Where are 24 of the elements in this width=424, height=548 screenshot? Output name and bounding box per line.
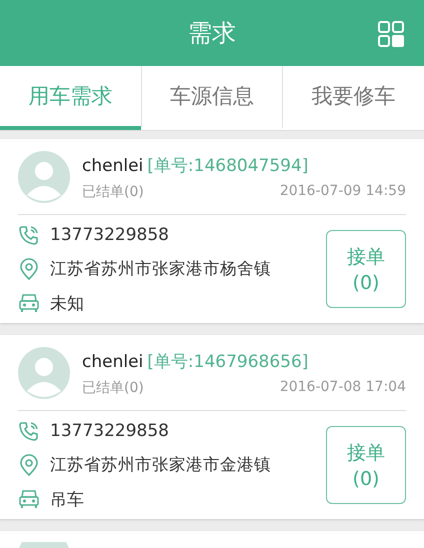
vehicle-type: 未知 [50, 292, 84, 314]
phone-number: 13773229858 [50, 421, 169, 441]
phone-icon [18, 224, 40, 246]
order-number: [单号:1468047594] [147, 156, 308, 176]
address-text: 江苏省苏州市张家港市金港镇 [50, 454, 271, 476]
order-time: 2016-07-08 17:04 [280, 378, 406, 396]
page-title: 需求 [188, 18, 236, 49]
accept-order-button[interactable]: 接单 (0) [326, 426, 406, 504]
phone-number: 13773229858 [50, 225, 169, 245]
car-icon [18, 292, 40, 314]
completed-count: 已结单(0) [82, 378, 144, 396]
location-pin-icon [18, 258, 40, 280]
user-name: chenlei [82, 156, 144, 176]
phone-icon [18, 420, 40, 442]
completed-count: 已结单(0) [82, 182, 144, 200]
vehicle-type: 吊车 [50, 488, 84, 510]
accept-order-button[interactable]: 接单 (0) [326, 230, 406, 308]
grid-menu-icon[interactable] [378, 21, 404, 47]
order-number: [单号:1467968656] [147, 352, 308, 372]
car-icon [18, 488, 40, 510]
location-pin-icon [18, 454, 40, 476]
user-name: chenlei [82, 352, 144, 372]
order-time: 2016-07-09 14:59 [280, 182, 406, 200]
address-text: 江苏省苏州市张家港市杨舍镇 [50, 258, 271, 280]
